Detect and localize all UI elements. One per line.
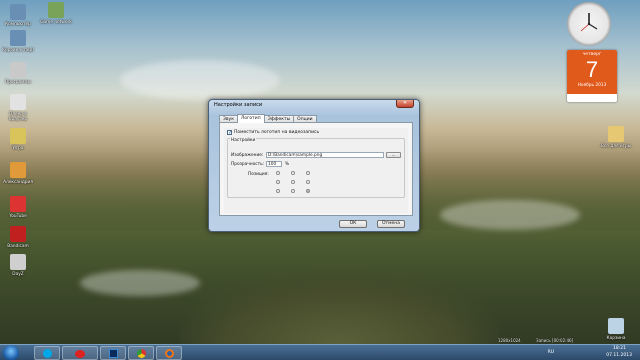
desktop-icon-label: Александрия [3, 180, 33, 185]
recording-status: Запись [00:02:46] [536, 338, 574, 343]
logo-checkbox-label: Поместить логотип на видеозапись [234, 130, 320, 135]
position-radio[interactable] [291, 171, 295, 175]
desktop-icon[interactable]: DayZ [2, 254, 34, 294]
tab-logo[interactable]: Логотип [236, 114, 265, 123]
clock-face-icon [580, 13, 598, 32]
ok-button[interactable]: ОК [339, 220, 367, 228]
resolution-text: 1280x1024 [498, 338, 521, 343]
calendar-month: Ноябрь 2013 [577, 83, 607, 88]
skype-icon [42, 349, 52, 358]
game-network-icon [48, 2, 64, 18]
app-icon [10, 30, 26, 46]
desktop-icon-label: Game network [40, 20, 72, 25]
desktop-icon-all-for-game[interactable]: Все для игры [600, 126, 632, 166]
browse-button[interactable]: ... [386, 152, 401, 158]
desktop-icon-label: Bandicam [7, 244, 29, 249]
taskbar: RU 18:21 07.11.2013 [0, 344, 640, 360]
app-icon [10, 94, 26, 110]
app-icon [10, 226, 26, 242]
calendar-gadget[interactable]: четверг 7 Ноябрь 2013 [567, 50, 617, 102]
opacity-unit: % [285, 162, 290, 167]
app-icon [10, 128, 26, 144]
desktop-icon-label: DayZ [12, 272, 24, 277]
desktop-icon-label: Программы [4, 80, 32, 85]
app-icon [10, 254, 26, 270]
fog-cloud [440, 200, 580, 230]
language-indicator[interactable]: RU [548, 350, 554, 355]
bandicam-icon [75, 350, 85, 358]
image-path-field[interactable]: D:\Bandicam\sample.png [266, 152, 384, 158]
desktop-icon-label: Корзина [606, 336, 626, 341]
image-label: Изображение: [231, 153, 264, 158]
taskbar-skype[interactable] [34, 346, 60, 360]
tab-panel: ✓ Поместить логотип на видеозапись Настр… [219, 122, 413, 216]
calendar-weekday: четверг [582, 52, 602, 57]
settings-group-label: Настройки [230, 138, 257, 143]
app-icon [10, 62, 26, 78]
cancel-button[interactable]: Отмена [377, 220, 405, 228]
clock-gadget[interactable] [567, 2, 611, 46]
desktop-icon-label: Игра [12, 146, 24, 151]
taskbar-firefox[interactable] [156, 346, 182, 360]
taskbar-bandicam[interactable] [62, 346, 98, 360]
dialog-title: Настройки записи [214, 102, 263, 108]
recycle-bin-icon [608, 318, 624, 334]
position-radio[interactable] [291, 180, 295, 184]
recording-settings-dialog: Настройки записи ✕ Звук Логотип Эффекты … [208, 99, 420, 232]
position-label: Позиция: [248, 172, 269, 177]
opacity-input[interactable]: 100 [266, 161, 282, 167]
position-radio[interactable] [276, 189, 280, 193]
photoshop-icon [108, 349, 118, 358]
desktop-icon-label: Корзина (пер) [2, 48, 34, 53]
chrome-icon [136, 349, 146, 358]
desktop-icon-game-network[interactable]: Game network [40, 2, 72, 42]
position-radio[interactable] [291, 189, 295, 193]
opacity-label: Прозрачность: [231, 162, 265, 167]
foreground-rocks [180, 270, 500, 344]
desktop-icon-label: Плеер в браузер [8, 112, 28, 122]
desktop-icon-label: YouTube [9, 214, 27, 219]
logo-settings-content: ✓ Поместить логотип на видеозапись Настр… [224, 128, 408, 213]
firefox-icon [164, 349, 174, 358]
position-radio[interactable] [306, 189, 310, 193]
app-icon [10, 196, 26, 212]
logo-checkbox-row[interactable]: ✓ Поместить логотип на видеозапись [227, 130, 320, 136]
app-icon [10, 4, 26, 20]
logo-checkbox[interactable]: ✓ [227, 130, 232, 136]
desktop-icon-label: Все для игры [600, 144, 632, 149]
calendar-day: 7 [585, 57, 599, 82]
start-button[interactable] [3, 345, 19, 360]
taskbar-chrome[interactable] [128, 346, 154, 360]
app-icon [10, 162, 26, 178]
position-radio[interactable] [306, 180, 310, 184]
settings-group: Настройки Изображение: D:\Bandicam\sampl… [227, 138, 405, 198]
close-button[interactable]: ✕ [396, 100, 414, 108]
tray-time[interactable]: 18:21 [613, 346, 626, 351]
taskbar-photoshop[interactable] [100, 346, 126, 360]
tray-date[interactable]: 07.11.2013 [606, 353, 632, 358]
position-radio[interactable] [276, 180, 280, 184]
position-radio[interactable] [306, 171, 310, 175]
fog-cloud [120, 60, 280, 100]
position-radio[interactable] [276, 171, 280, 175]
folder-icon [608, 126, 624, 142]
desktop-icon-label: Компьютер [5, 22, 31, 27]
